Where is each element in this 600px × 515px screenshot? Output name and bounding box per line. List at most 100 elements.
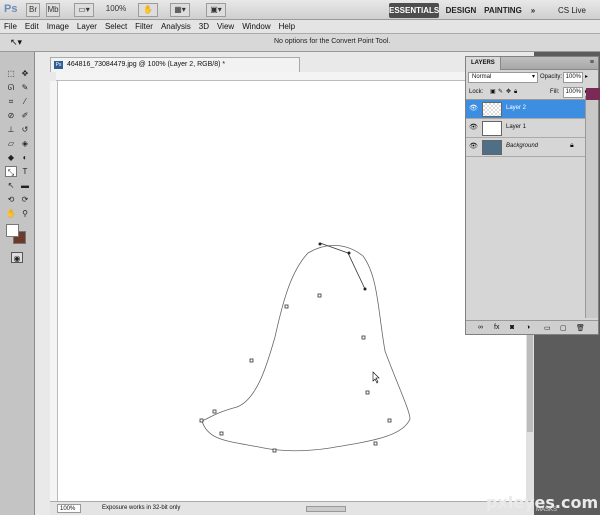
lock-transparency-icon[interactable]: ▣ <box>490 87 496 98</box>
document-tab[interactable]: Ps 464816_73084479.jpg @ 100% (Layer 2, … <box>50 57 300 72</box>
lock-all-icon[interactable]: 🔒︎ <box>514 87 517 98</box>
workspace-essentials[interactable]: ESSENTIALS <box>389 3 439 18</box>
hand-tool-button[interactable]: ✋ <box>138 3 158 17</box>
opacity-dropdown-icon[interactable]: ▸ <box>585 72 588 83</box>
fill-field[interactable]: 100% <box>563 87 583 98</box>
opacity-field[interactable]: 100% <box>563 72 583 83</box>
horizontal-scrollbar[interactable] <box>306 506 346 512</box>
menu-image[interactable]: Image <box>43 20 73 33</box>
brush-tool-icon[interactable]: ✐ <box>19 110 31 121</box>
anchor-point[interactable] <box>249 358 254 363</box>
layers-scrollbar[interactable] <box>585 96 598 318</box>
lock-label: Lock: <box>469 89 484 95</box>
blend-mode-select[interactable]: Normal ▾ <box>468 72 538 83</box>
menu-view[interactable]: View <box>213 20 238 33</box>
more-workspaces-icon[interactable]: » <box>527 3 539 18</box>
horizontal-ruler[interactable] <box>56 72 519 81</box>
work-path[interactable] <box>58 81 526 501</box>
hand-tool-icon[interactable]: ✋ <box>5 208 17 219</box>
healing-brush-tool-icon[interactable]: ⊘ <box>5 110 17 121</box>
link-icon[interactable]: ∞ <box>478 324 483 331</box>
group-icon[interactable]: ▭ <box>544 324 551 332</box>
visibility-eye-icon[interactable]: 👁︎ <box>469 124 478 131</box>
menu-layer[interactable]: Layer <box>73 20 101 33</box>
adjustment-icon[interactable]: ◑ <box>526 324 530 331</box>
direction-handle[interactable] <box>363 287 367 291</box>
move-tool-icon[interactable]: ✥ <box>19 68 31 79</box>
layer-row-background[interactable]: 👁︎ Background 🔒︎ <box>466 138 585 157</box>
anchor-point[interactable] <box>365 390 370 395</box>
menu-file[interactable]: File <box>0 20 21 33</box>
options-bar: ↖▾ No options for the Convert Point Tool… <box>0 34 600 52</box>
canvas[interactable] <box>58 81 526 501</box>
anchor-point[interactable] <box>361 335 366 340</box>
workspace-design[interactable]: DESIGN <box>444 3 478 18</box>
anchor-point[interactable] <box>272 448 277 453</box>
path-selection-tool-icon[interactable]: ↖ <box>5 180 17 191</box>
status-info[interactable]: Exposure works in 32-bit only <box>102 505 180 511</box>
options-message: No options for the Convert Point Tool. <box>274 38 391 45</box>
layers-panel-tab[interactable]: LAYERS <box>466 57 501 70</box>
3d-orbit-tool-icon[interactable]: ⟳ <box>19 194 31 205</box>
clone-stamp-tool-icon[interactable]: ⊥ <box>5 124 17 135</box>
trash-icon[interactable]: 🗑︎ <box>576 324 585 332</box>
pen-tool-icon[interactable]: ⤡ <box>5 166 17 177</box>
lasso-tool-icon[interactable]: ᘏ <box>5 82 17 93</box>
watermark: pxleyes.com <box>486 493 599 512</box>
mini-bridge-button[interactable]: Mb <box>46 3 60 17</box>
3d-rotate-tool-icon[interactable]: ⟲ <box>5 194 17 205</box>
shape-tool-icon[interactable]: ▬ <box>19 180 31 191</box>
direction-handle[interactable] <box>318 242 322 246</box>
anchor-point[interactable] <box>199 418 204 423</box>
anchor-point[interactable] <box>317 293 322 298</box>
menu-select[interactable]: Select <box>101 20 131 33</box>
zoom-level-dropdown[interactable]: 100% <box>100 3 132 17</box>
lock-image-icon[interactable]: ✎ <box>498 87 503 98</box>
lock-position-icon[interactable]: ✥ <box>506 87 511 98</box>
paint-bucket-tool-icon[interactable]: ◈ <box>19 138 31 149</box>
blur-tool-icon[interactable]: ◆ <box>5 152 17 163</box>
crop-tool-icon[interactable]: ⌗ <box>5 96 17 107</box>
history-brush-tool-icon[interactable]: ↺ <box>19 124 31 135</box>
screen-mode-button[interactable]: ▣▾ <box>206 3 226 17</box>
marquee-tool-icon[interactable]: ⬚ <box>5 68 17 79</box>
foreground-color-swatch-front[interactable] <box>6 224 19 237</box>
visibility-eye-icon[interactable]: 👁︎ <box>469 105 478 112</box>
menu-help[interactable]: Help <box>275 20 299 33</box>
bridge-button[interactable]: Br <box>26 3 40 17</box>
type-tool-icon[interactable]: T <box>19 166 31 177</box>
panel-menu-icon[interactable]: ≡ <box>590 59 594 66</box>
new-layer-icon[interactable]: ▢ <box>560 324 567 332</box>
anchor-point[interactable] <box>373 441 378 446</box>
direction-handle[interactable] <box>347 251 351 255</box>
anchor-point[interactable] <box>219 431 224 436</box>
anchor-point[interactable] <box>284 304 289 309</box>
fx-icon[interactable]: fx <box>494 324 499 331</box>
quick-mask-icon[interactable]: ◉ <box>11 252 23 263</box>
zoom-tool-icon[interactable]: ⚲ <box>19 208 31 219</box>
menu-window[interactable]: Window <box>238 20 274 33</box>
arrange-documents-button[interactable]: ▦▾ <box>170 3 190 17</box>
anchor-point[interactable] <box>212 409 217 414</box>
workspace-painting[interactable]: PAINTING <box>483 3 523 18</box>
menu-edit[interactable]: Edit <box>21 20 43 33</box>
layer-row-layer-2[interactable]: 👁︎ Layer 2 <box>466 100 585 119</box>
menu-filter[interactable]: Filter <box>131 20 157 33</box>
menu-3d[interactable]: 3D <box>195 20 213 33</box>
anchor-point[interactable] <box>387 418 392 423</box>
eyedropper-tool-icon[interactable]: ⁄ <box>19 96 31 107</box>
vertical-ruler[interactable] <box>50 81 58 501</box>
cs-live-button[interactable]: CS Live <box>554 3 590 18</box>
layers-panel-header: LAYERS ≡ <box>466 57 598 70</box>
dodge-tool-icon[interactable]: ◐ <box>19 152 31 163</box>
zoom-field[interactable]: 100% <box>57 504 81 513</box>
visibility-eye-icon[interactable]: 👁︎ <box>469 143 478 150</box>
convert-point-tool-icon[interactable]: ↖▾ <box>10 37 22 48</box>
layer-row-layer-1[interactable]: 👁︎ Layer 1 <box>466 119 585 138</box>
menu-analysis[interactable]: Analysis <box>157 20 195 33</box>
quick-selection-tool-icon[interactable]: ✎ <box>19 82 31 93</box>
mask-icon[interactable]: ◙ <box>510 324 514 331</box>
blend-row: Normal ▾ Opacity: 100% ▸ <box>466 70 598 85</box>
view-extras-button[interactable]: ▭▾ <box>74 3 94 17</box>
eraser-tool-icon[interactable]: ▱ <box>5 138 17 149</box>
